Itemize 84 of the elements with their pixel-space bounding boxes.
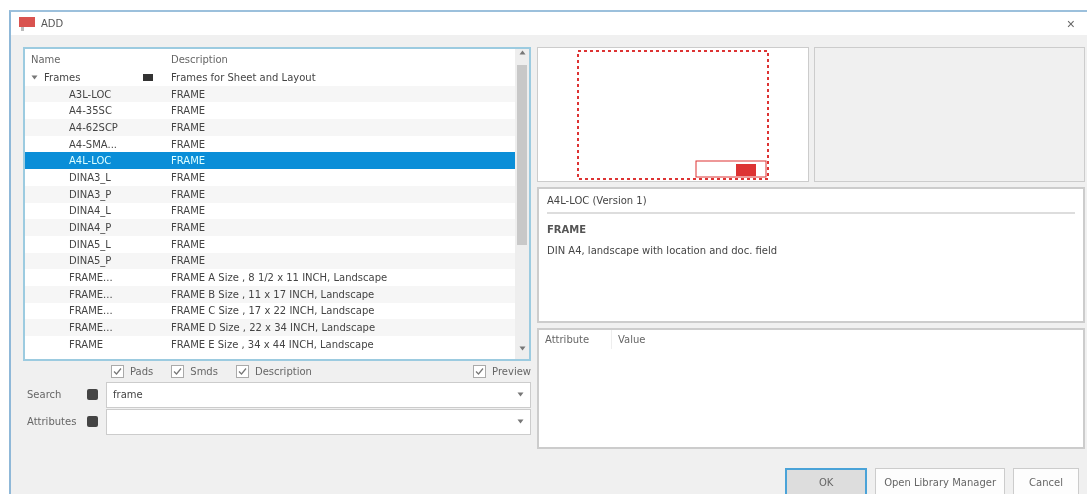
checkbox-label: Preview (492, 365, 531, 377)
column-header[interactable]: Description (165, 53, 515, 65)
table-row[interactable]: DINA5_P FRAME (25, 252, 515, 270)
table-cell-text: FRAME (68, 338, 105, 350)
checkbox-label: Smds (190, 365, 218, 377)
table-cell-text: DINA5_L (68, 238, 112, 250)
table-row[interactable]: DINA3_P FRAME (25, 185, 515, 203)
table-row[interactable]: FRAME... FRAME B Size , 11 x 17 INCH, Landscape (25, 285, 515, 303)
table-row[interactable]: A4-62SCP FRAME (25, 119, 515, 136)
table-cell-text: FRAME... (68, 288, 114, 300)
table-cell-text: FRAME (170, 121, 207, 133)
table-cell-text: FRAME (170, 138, 207, 150)
attributes-label: Attributes (26, 416, 78, 427)
dropdown-icon[interactable] (517, 418, 524, 425)
search-label: Search (26, 389, 63, 400)
table-row[interactable]: DINA3_L FRAME (25, 169, 515, 186)
table-cell-text: FRAME E Size , 34 x 44 INCH, Landscape (170, 338, 375, 350)
table-cell-text: FRAME... (68, 272, 114, 284)
table-cell-text: A4-SMA... (68, 138, 118, 150)
table-row[interactable]: FRAME... FRAME C Size , 17 x 22 INCH, Landscape (25, 302, 515, 320)
device-description: DIN A4, landscape with location and doc. field (547, 245, 779, 256)
table-cell-text: FRAME (170, 155, 207, 167)
checkbox[interactable] (473, 364, 487, 378)
attributes-field[interactable] (106, 408, 531, 435)
search-field[interactable]: frame (106, 381, 531, 408)
scrollbar[interactable] (515, 49, 529, 359)
table-cell-text: FRAME (170, 105, 207, 117)
column-header[interactable]: Value (612, 330, 652, 349)
table-cell-text: Frames for Sheet and Layout (170, 71, 317, 83)
device-title: A4L-LOC (Version 1) (547, 195, 1075, 214)
table-row[interactable]: DINA4_P FRAME (25, 219, 515, 236)
expanded-icon[interactable] (31, 73, 38, 81)
column-header[interactable]: Name (25, 53, 135, 65)
table-row[interactable]: A3L-LOC FRAME (25, 85, 515, 103)
table-cell-text: DINA4_L (68, 205, 112, 217)
dropdown-icon[interactable] (517, 391, 524, 398)
table-row[interactable]: FRAME... FRAME D Size , 22 x 34 INCH, Landscape (25, 319, 515, 336)
table-cell-text: DINA3_P (68, 188, 113, 200)
table-row[interactable]: DINA5_L FRAME (25, 235, 515, 253)
dialog-button[interactable]: Open Library Manager (875, 468, 1005, 494)
device-heading: FRAME (547, 224, 588, 235)
column-header[interactable]: Attribute (539, 330, 612, 349)
table-cell-text: FRAME (170, 238, 207, 250)
scroll-up-icon[interactable] (518, 49, 526, 56)
dialog-button[interactable]: Cancel (1013, 468, 1079, 494)
table-cell-text: A4-62SCP (68, 121, 119, 133)
table-cell-text: FRAME (170, 255, 207, 267)
table-cell-text: DINA4_P (68, 222, 113, 234)
table-cell-text: FRAME (170, 171, 207, 183)
table-cell-text: FRAME (170, 222, 207, 234)
checkbox-label: Pads (130, 365, 154, 377)
table-cell-text: A3L-LOC (68, 88, 113, 100)
options-icon[interactable] (87, 389, 98, 400)
table-cell-text: FRAME D Size , 22 x 34 INCH, Landscape (170, 322, 377, 334)
table-row[interactable]: FRAME... FRAME A Size , 8 1/2 x 11 INCH, Landscape (25, 269, 515, 286)
table-cell-text: FRAME B Size , 11 x 17 INCH, Landscape (170, 288, 376, 300)
table-cell-text: FRAME (170, 88, 207, 100)
checkbox[interactable] (235, 364, 249, 378)
table-row[interactable]: A4-SMA... FRAME (25, 135, 515, 153)
table-cell-text: FRAME... (68, 305, 114, 317)
table-cell-text: FRAME (170, 205, 207, 217)
app-icon (19, 16, 35, 31)
table-row[interactable]: A4-35SC FRAME (25, 102, 515, 120)
library-icon (143, 73, 153, 81)
table-cell-text: A4L-LOC (68, 155, 113, 167)
table-cell-text: FRAME (170, 188, 207, 200)
checkbox[interactable] (171, 364, 185, 378)
checkbox-label: Description (254, 365, 312, 377)
table-row[interactable]: FRAME FRAME E Size , 34 x 44 INCH, Landscape (25, 336, 515, 353)
table-cell-text: FRAME... (68, 322, 114, 334)
table-row[interactable]: Frames Frames for Sheet and Layout (25, 69, 515, 86)
window-title: ADD (41, 18, 65, 29)
table-cell-text: DINA5_P (68, 255, 113, 267)
options-icon[interactable] (87, 416, 98, 427)
table-cell: Frames (44, 71, 81, 83)
table-cell-text: DINA3_L (68, 171, 112, 183)
dialog-button[interactable]: OK (785, 468, 868, 494)
table-cell-text: FRAME C Size , 17 x 22 INCH, Landscape (170, 305, 376, 317)
table-row[interactable]: DINA4_L FRAME (25, 202, 515, 220)
close-button[interactable]: × (1062, 15, 1079, 32)
table-cell-text: A4-35SC (68, 105, 113, 117)
table-cell-text: FRAME A Size , 8 1/2 x 11 INCH, Landscape (170, 272, 389, 284)
scroll-down-icon[interactable] (518, 345, 526, 352)
checkbox[interactable] (111, 364, 124, 378)
